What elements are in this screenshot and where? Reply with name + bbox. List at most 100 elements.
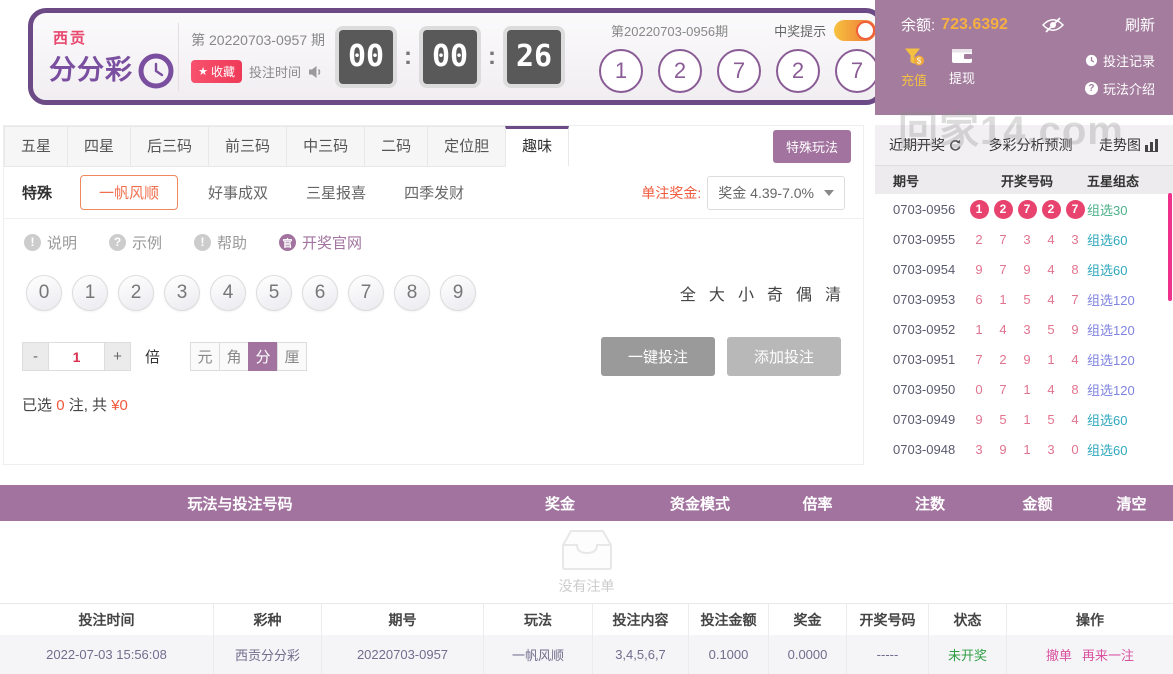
tab-zhongsanma[interactable]: 中三码	[286, 126, 366, 167]
quick-odd[interactable]: 奇	[767, 281, 783, 305]
countdown-seconds: 26	[507, 29, 561, 84]
tab-analysis-forecast[interactable]: 多彩分析预测	[989, 135, 1073, 155]
order-lottery: 西贡分分彩	[214, 635, 322, 674]
quick-select-group: 全 大 小 奇 偶 清	[680, 281, 845, 305]
chevron-down-icon	[824, 189, 834, 196]
row-period: 0703-0955	[893, 231, 956, 247]
ball-6[interactable]: 6	[302, 275, 338, 311]
row-period: 0703-0952	[893, 321, 956, 337]
add-bet-button[interactable]: 添加投注	[726, 337, 841, 376]
panel-scrollbar[interactable]	[1168, 193, 1172, 301]
multiplier-plus-button[interactable]: +	[104, 342, 131, 371]
cancel-order-button[interactable]: 撤单	[1046, 645, 1072, 664]
cart-col-times: 倍率	[802, 495, 833, 513]
favorite-button[interactable]: ★ 收藏	[191, 60, 243, 83]
play-option-haoshichengshuang[interactable]: 好事成双	[208, 182, 268, 203]
recharge-button[interactable]: $ 充值	[901, 47, 927, 98]
row-numbers: 61547	[975, 291, 1079, 307]
play-option-sijifacai[interactable]: 四季发财	[404, 182, 464, 203]
row-type-link[interactable]: 组选30	[1087, 200, 1173, 219]
winning-number: 7	[717, 49, 761, 93]
tab-recent-draws[interactable]: 近期开奖	[889, 135, 962, 155]
last-draw-area: 第20220703-0956期 中奖提示 1 2 7 2 7	[599, 20, 879, 93]
bet-record-link[interactable]: 投注记录	[1085, 51, 1155, 70]
play-option-sanxingbaoxi[interactable]: 三星报喜	[306, 182, 366, 203]
ball-2[interactable]: 2	[118, 275, 154, 311]
speaker-icon[interactable]	[308, 65, 324, 79]
bet-again-button[interactable]: 再来一注	[1082, 645, 1134, 664]
lottery-logo: 西贡 分分彩	[49, 27, 174, 88]
row-type-link[interactable]: 组选120	[1087, 290, 1173, 309]
tab-quwei[interactable]: 趣味	[505, 126, 570, 167]
tab-dingweidan[interactable]: 定位胆	[427, 126, 507, 167]
unit-jiao[interactable]: 角	[219, 342, 250, 371]
quick-even[interactable]: 偶	[796, 281, 812, 305]
col-type: 五星组态	[1087, 173, 1140, 189]
row-type-link[interactable]: 组选60	[1087, 260, 1173, 279]
wallet-icon	[952, 49, 973, 63]
ball-8[interactable]: 8	[394, 275, 430, 311]
unit-yuan[interactable]: 元	[190, 342, 221, 371]
bet-time-label: 投注时间	[249, 65, 302, 80]
tab-erma[interactable]: 二码	[364, 126, 429, 167]
top-bar: 西贡 分分彩 第 20220703-0957 期 ★收藏 投注时间 00 00 …	[0, 0, 1173, 153]
row-type-link[interactable]: 组选120	[1087, 380, 1173, 399]
special-play-button[interactable]: 特殊玩法	[772, 130, 851, 163]
multiplier-minus-button[interactable]: -	[22, 342, 49, 371]
cart-col-play: 玩法与投注号码	[187, 495, 293, 513]
row-numbers: 12727	[967, 199, 1087, 219]
ball-9[interactable]: 9	[440, 275, 476, 311]
eye-slash-icon[interactable]	[1041, 16, 1064, 33]
play-intro-link[interactable]: ? 玩法介绍	[1084, 79, 1155, 98]
row-type-link[interactable]: 组选120	[1087, 350, 1173, 369]
refresh-button[interactable]: 刷新	[1125, 14, 1155, 35]
explain-label: 说明	[47, 234, 78, 252]
help-link[interactable]: ! 帮助	[194, 232, 247, 253]
tab-wuxing[interactable]: 五星	[4, 126, 69, 167]
tab-spacer	[568, 126, 773, 167]
row-type-link[interactable]: 组选120	[1087, 320, 1173, 339]
orders-table-header: 投注时间 彩种 期号 玩法 投注内容 投注金额 奖金 开奖号码 状态 操作	[0, 603, 1173, 635]
current-period-block: 第 20220703-0957 期 ★ 收藏 投注时间	[191, 30, 325, 83]
bet-record-label: 投注记录	[1102, 54, 1155, 69]
explain-link[interactable]: ! 说明	[24, 232, 77, 253]
ball-5[interactable]: 5	[256, 275, 292, 311]
unit-fen[interactable]: 分	[248, 342, 279, 371]
quick-small[interactable]: 小	[738, 281, 754, 305]
official-site-link[interactable]: 官开奖官网	[279, 232, 362, 253]
quick-clear[interactable]: 清	[825, 281, 841, 305]
ball-4[interactable]: 4	[210, 275, 246, 311]
ball-7[interactable]: 7	[348, 275, 384, 311]
summary-prefix: 已选	[22, 397, 53, 414]
prize-select[interactable]: 奖金 4.39-7.0%	[707, 175, 845, 210]
example-label: 示例	[132, 234, 163, 252]
unit-li[interactable]: 厘	[277, 342, 308, 371]
ball-1[interactable]: 1	[72, 275, 108, 311]
tab-qiansanma[interactable]: 前三码	[208, 126, 288, 167]
tab-housanma[interactable]: 后三码	[130, 126, 210, 167]
countdown-timer: 00 00 26	[339, 29, 561, 84]
example-link[interactable]: ? 示例	[109, 232, 162, 253]
one-key-bet-button[interactable]: 一键投注	[600, 337, 715, 376]
row-numbers: 72914	[975, 351, 1079, 367]
play-option-yifanfengshun[interactable]: 一帆风顺	[80, 175, 179, 210]
row-numbers: 27343	[975, 231, 1079, 247]
win-tip-toggle[interactable]	[834, 20, 877, 41]
tab-sixing[interactable]: 四星	[67, 126, 132, 167]
winning-number: 2	[776, 49, 820, 93]
quick-big[interactable]: 大	[709, 281, 725, 305]
cart-clear-button[interactable]: 清空	[1090, 493, 1173, 514]
ball-0[interactable]: 0	[26, 275, 62, 311]
info-icon: !	[24, 233, 41, 251]
tab-trend-chart[interactable]: 走势图	[1099, 135, 1159, 155]
quick-all[interactable]: 全	[680, 281, 696, 305]
multiplier-input[interactable]: 1	[49, 342, 104, 371]
row-type-link[interactable]: 组选60	[1087, 440, 1173, 459]
row-type-link[interactable]: 组选60	[1087, 410, 1173, 429]
cart-col-amount: 金额	[1022, 495, 1053, 513]
withdraw-button[interactable]: 提现	[949, 47, 975, 98]
orders-col-play: 玩法	[484, 604, 593, 635]
row-type-link[interactable]: 组选60	[1087, 230, 1173, 249]
ball-3[interactable]: 3	[164, 275, 200, 311]
play-group-label: 特殊	[22, 185, 53, 202]
